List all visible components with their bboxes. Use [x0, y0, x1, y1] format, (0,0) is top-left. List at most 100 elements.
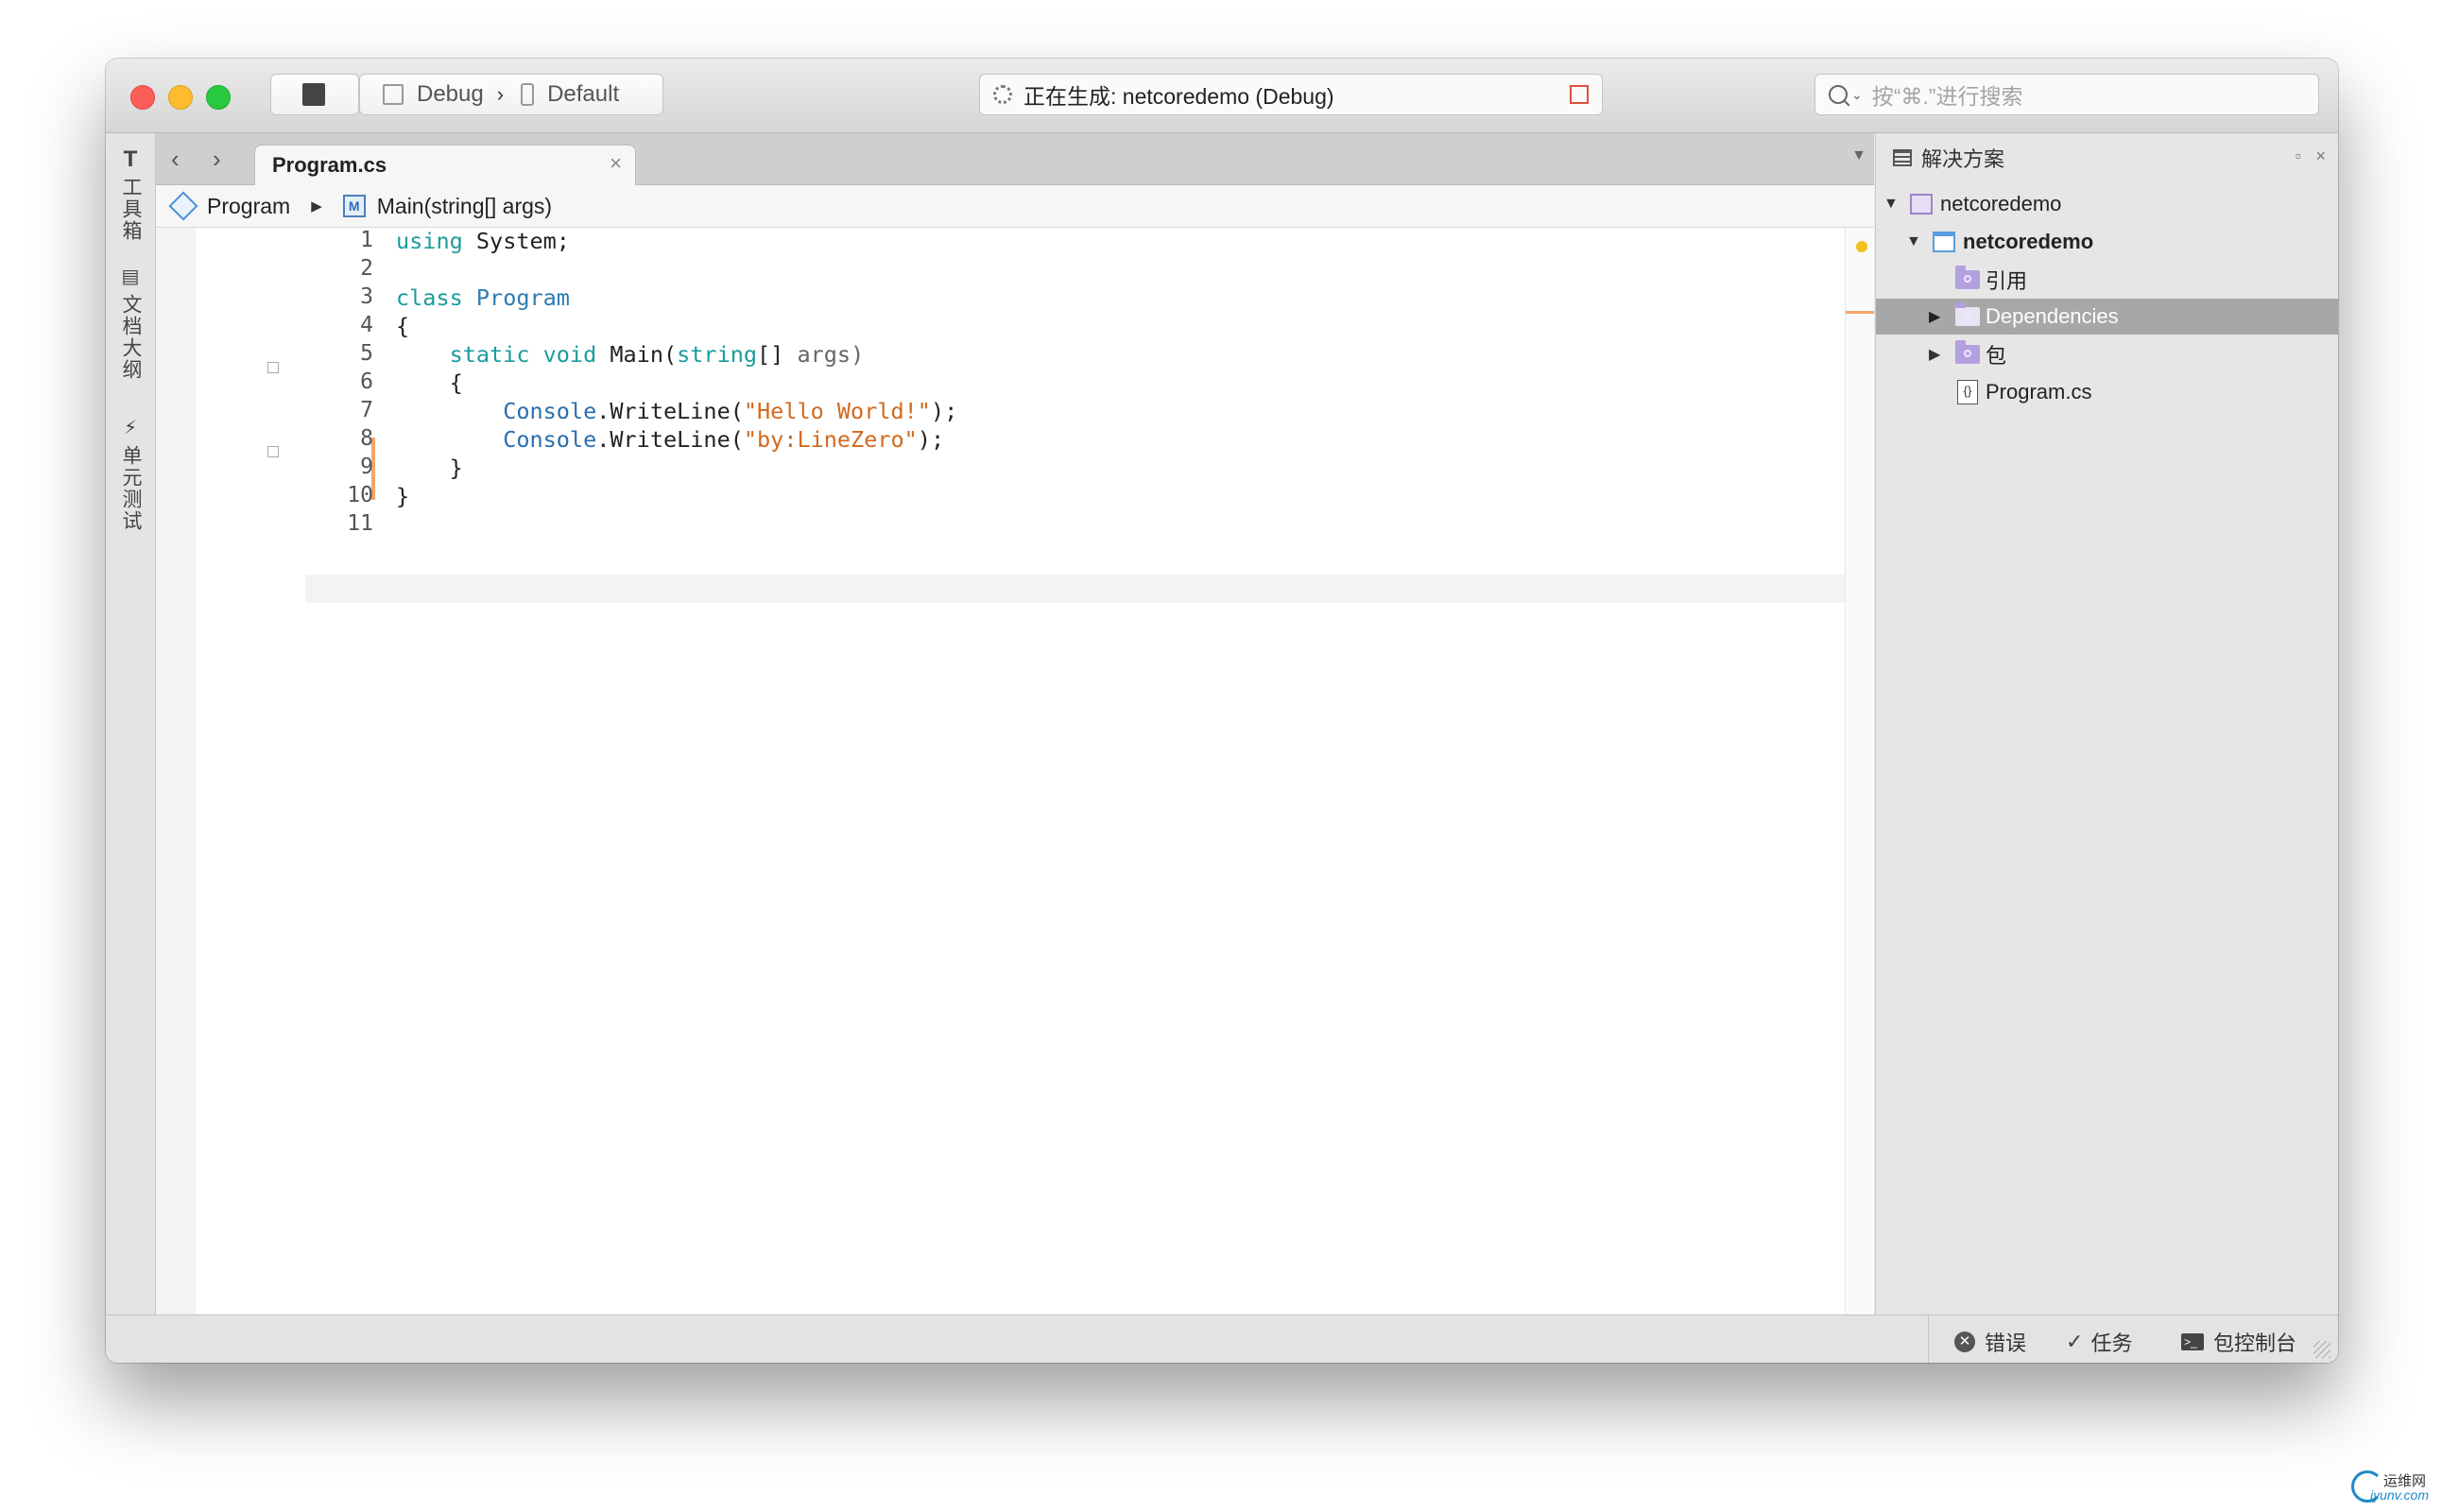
toolbox-pad-tab[interactable]: T 工具箱	[113, 146, 147, 243]
code-line: }	[396, 455, 463, 481]
project-icon	[1933, 232, 1955, 252]
close-pad-icon[interactable]: ×	[2315, 146, 2326, 166]
breadcrumb-method[interactable]: Main(string[] args)	[377, 194, 552, 219]
search-icon	[1829, 85, 1848, 104]
package-console-pad-button[interactable]: >_ 包控制台	[2181, 1327, 2296, 1357]
cancel-build-button[interactable]	[1570, 85, 1589, 104]
navigate-back-icon[interactable]: ‹	[171, 145, 180, 174]
search-field[interactable]: ⌄ 按“⌘.”进行搜索	[1814, 74, 2319, 115]
zoom-window-button[interactable]	[206, 85, 231, 110]
stop-button[interactable]	[270, 74, 359, 115]
unit-tests-pad-tab[interactable]: ⚡ 单元测试	[113, 417, 147, 532]
line-number: 7	[360, 398, 373, 422]
package-console-label: 包控制台	[2213, 1332, 2297, 1355]
folder-icon	[1955, 302, 1980, 326]
code-line: Console.WriteLine("by:LineZero");	[396, 426, 944, 453]
title-bar: Debug › Default 正在生成: netcoredemo (Debug…	[106, 59, 2338, 133]
toolbox-label: 工具箱	[120, 177, 142, 242]
line-number: 6	[360, 369, 373, 394]
resize-grip-icon[interactable]	[2313, 1341, 2330, 1358]
code-token: .WriteLine(	[596, 426, 744, 453]
code-line: static void Main(string[] args)	[396, 341, 865, 368]
line-number: 9	[360, 455, 373, 479]
line-number: 1	[360, 228, 373, 252]
warning-indicator-icon	[1856, 241, 1867, 252]
toolbox-icon: T	[123, 146, 138, 172]
watermark-bottom-text: iyunv.com	[2370, 1487, 2429, 1503]
tab-list-dropdown-icon[interactable]: ▼	[1851, 147, 1866, 164]
code-token: []	[757, 341, 798, 368]
tree-item-solution[interactable]: ▼ netcoredemo	[1876, 186, 2338, 222]
breadcrumb-class[interactable]: Program	[207, 194, 290, 219]
code-token: );	[917, 426, 945, 453]
tree-item-project[interactable]: ▼ netcoredemo	[1876, 224, 2338, 260]
stop-icon	[302, 83, 325, 106]
code-token: {	[396, 313, 410, 339]
minimize-window-button[interactable]	[168, 85, 193, 110]
tree-item-program-cs[interactable]: {} Program.cs	[1876, 374, 2338, 410]
code-line: {	[396, 313, 409, 339]
configuration-label: Debug	[417, 81, 484, 107]
code-token: static	[449, 341, 530, 368]
code-token: Console	[503, 426, 597, 453]
tasks-label: 任务	[2090, 1332, 2133, 1355]
errors-label: 错误	[1985, 1332, 2027, 1355]
tasks-pad-button[interactable]: ✓ 任务	[2066, 1327, 2132, 1357]
collapsed-triangle-icon[interactable]: ▶	[1929, 307, 1940, 326]
tree-item-label: 包	[1986, 344, 2007, 368]
expanded-triangle-icon[interactable]: ▼	[1906, 233, 1921, 250]
navigate-forward-icon[interactable]: ›	[213, 145, 221, 174]
line-number: 10	[347, 483, 373, 507]
tree-item-label: 引用	[1986, 269, 2028, 293]
close-window-button[interactable]	[130, 85, 155, 110]
errors-pad-button[interactable]: ✕ 错误	[1954, 1327, 2026, 1357]
build-status-text: 正在生成: netcoredemo (Debug)	[1023, 84, 1334, 109]
fold-toggle-icon[interactable]	[267, 446, 279, 457]
tree-item-label: Program.cs	[1986, 380, 2092, 404]
code-editor[interactable]: 1 2 3 4 5 6 7 8 9 10 11 using System; class Program…	[156, 228, 1874, 1314]
spinner-icon	[993, 85, 1012, 104]
code-token: class	[396, 284, 463, 311]
code-token: Main(	[596, 341, 678, 368]
window-icon	[383, 84, 404, 105]
tree-item-label: netcoredemo	[1963, 230, 2094, 253]
method-icon: M	[342, 195, 366, 217]
config-separator: ›	[496, 82, 505, 106]
solution-pad: 解决方案 ▫ × ▼ netcoredemo ▼ netcoredemo 引用 …	[1875, 133, 2338, 1314]
code-line: Console.WriteLine("Hello World!");	[396, 398, 957, 424]
ide-window: Debug › Default 正在生成: netcoredemo (Debug…	[106, 59, 2338, 1363]
tree-item-references[interactable]: 引用	[1876, 262, 2338, 298]
collapsed-triangle-icon[interactable]: ▶	[1929, 345, 1940, 364]
search-placeholder: 按“⌘.”进行搜索	[1871, 84, 2023, 109]
code-token: }	[396, 483, 410, 509]
tree-item-dependencies[interactable]: ▶ Dependencies	[1876, 299, 2338, 335]
close-tab-icon[interactable]: ×	[610, 151, 622, 176]
code-line: }	[396, 483, 409, 509]
line-number: 4	[360, 313, 373, 337]
change-scroll-marker	[1846, 311, 1874, 314]
tab-program-cs[interactable]: Program.cs ×	[254, 145, 636, 185]
code-token: .WriteLine(	[596, 398, 744, 424]
expanded-triangle-icon[interactable]: ▼	[1883, 196, 1899, 213]
configuration-selector[interactable]: Debug › Default	[359, 74, 663, 115]
device-label: Default	[547, 81, 620, 107]
code-token: System;	[462, 228, 570, 254]
breadcrumb-separator: ▶	[311, 198, 322, 215]
editor-overview-ruler[interactable]	[1845, 228, 1874, 1314]
editor-gutter	[156, 228, 196, 1314]
code-token: {	[396, 369, 463, 396]
line-number: 8	[360, 426, 373, 451]
maximize-pad-icon[interactable]: ▫	[2296, 146, 2301, 166]
code-token: args	[797, 341, 851, 368]
fold-toggle-icon[interactable]	[267, 362, 279, 373]
solution-pad-title: 解决方案	[1921, 147, 2005, 171]
build-status: 正在生成: netcoredemo (Debug)	[979, 74, 1603, 115]
document-outline-pad-tab[interactable]: ▤ 文档大纲	[113, 266, 147, 381]
lightning-icon: ⚡	[123, 418, 138, 438]
code-token: string	[677, 341, 758, 368]
tree-item-packages[interactable]: ▶ 包	[1876, 336, 2338, 372]
